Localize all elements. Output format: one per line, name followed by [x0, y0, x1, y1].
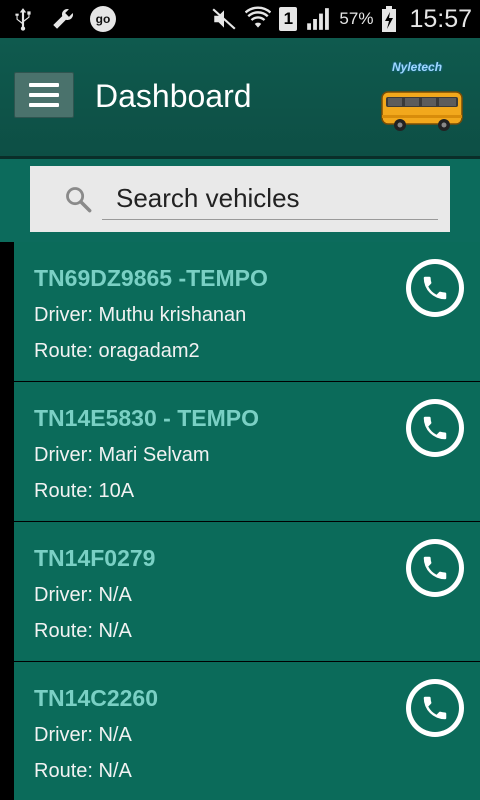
app-bar: Dashboard Nyletech [0, 38, 480, 156]
wrench-icon [53, 9, 73, 29]
vehicle-driver: Driver: Mari Selvam [34, 444, 210, 466]
vehicle-route: Route: oragadam2 [34, 340, 200, 362]
list-item[interactable]: TN69DZ9865 -TEMPO Driver: Muthu krishana… [14, 242, 480, 381]
vehicle-plate: TN14E5830 - TEMPO [34, 405, 259, 431]
list-item[interactable]: TN14C2260 Driver: N/A Route: N/A [14, 662, 480, 800]
usb-icon [15, 8, 31, 31]
status-bar: go 1 57% 15:57 [0, 0, 480, 38]
call-button[interactable] [406, 539, 464, 597]
vehicle-plate: TN69DZ9865 -TEMPO [34, 265, 268, 291]
vehicle-driver: Driver: N/A [34, 724, 132, 746]
search-icon [66, 187, 92, 213]
signal-icon [307, 8, 330, 30]
battery-percent: 57% [339, 9, 374, 28]
wifi-icon [245, 6, 272, 28]
sim-1-icon: 1 [279, 7, 298, 31]
phone-icon [423, 276, 447, 300]
search-area [0, 159, 480, 242]
phone-icon [423, 556, 447, 580]
phone-icon [423, 416, 447, 440]
clock: 15:57 [409, 4, 472, 33]
vehicle-list: TN69DZ9865 -TEMPO Driver: Muthu krishana… [0, 242, 480, 800]
vehicle-driver: Driver: Muthu krishanan [34, 304, 247, 326]
call-button[interactable] [406, 679, 464, 737]
vehicle-driver: Driver: N/A [34, 584, 132, 606]
phone-icon [423, 696, 447, 720]
vehicle-plate: TN14F0279 [34, 545, 156, 571]
bus-icon [381, 91, 463, 131]
search-box [30, 166, 450, 232]
hamburger-menu-icon[interactable] [14, 72, 74, 118]
vehicle-plate: TN14C2260 [34, 685, 159, 711]
page-title: Dashboard [95, 78, 252, 114]
vehicle-route: Route: 10A [34, 480, 135, 502]
mute-icon [212, 8, 236, 30]
search-input[interactable] [102, 178, 438, 220]
list-item[interactable]: TN14E5830 - TEMPO Driver: Mari Selvam Ro… [14, 382, 480, 521]
call-button[interactable] [406, 399, 464, 457]
vehicle-route: Route: N/A [34, 760, 132, 782]
go-badge: go [90, 6, 116, 32]
vehicle-route: Route: N/A [34, 620, 132, 642]
list-item[interactable]: TN14F0279 Driver: N/A Route: N/A [14, 522, 480, 661]
call-button[interactable] [406, 259, 464, 317]
battery-charging-icon [382, 6, 397, 32]
brand-logo: Nyletech [392, 60, 443, 74]
